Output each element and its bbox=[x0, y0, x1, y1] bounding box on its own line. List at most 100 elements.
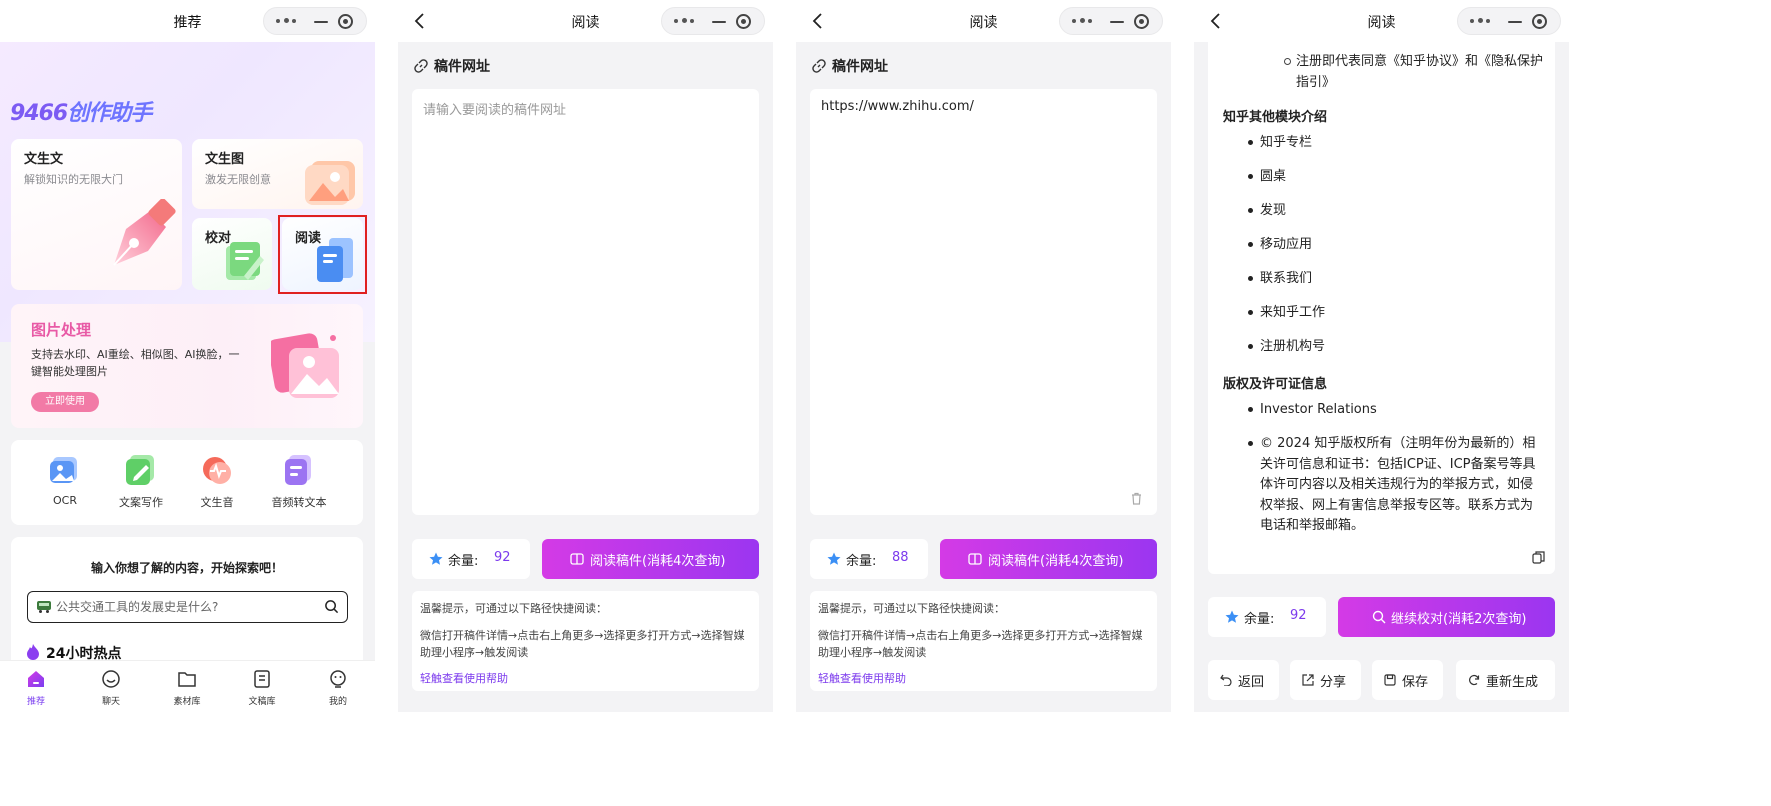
help-link[interactable]: 轻触查看使用帮助 bbox=[818, 670, 906, 686]
undo-icon bbox=[1220, 674, 1232, 686]
card-text-to-text[interactable]: 文生文 解锁知识的无限大门 bbox=[11, 139, 182, 290]
save-button[interactable]: 保存 bbox=[1372, 660, 1443, 700]
tool-audio-to-text[interactable]: 音频转文本 bbox=[259, 455, 339, 510]
text-to-audio-icon bbox=[203, 457, 231, 484]
trash-icon[interactable] bbox=[1130, 492, 1143, 505]
url-input[interactable] bbox=[821, 99, 1141, 479]
use-now-button[interactable]: 立即使用 bbox=[31, 392, 99, 412]
tips-title: 温馨提示，可通过以下路径快捷阅读： bbox=[420, 602, 607, 615]
chat-icon bbox=[102, 670, 120, 688]
ocr-icon bbox=[50, 457, 77, 483]
explore-title: 输入你想了解的内容，开始探索吧！ bbox=[90, 561, 283, 575]
screen-read-result: 阅读 注册即代表同意《知乎协议》和《隐私保护指引》 知乎其他模块介绍 知乎专栏 … bbox=[1194, 0, 1569, 712]
url-input-area bbox=[810, 89, 1157, 515]
search-icon bbox=[1372, 610, 1386, 624]
banner-title: 图片处理 bbox=[31, 321, 92, 339]
read-icon bbox=[968, 553, 982, 565]
star-icon bbox=[429, 552, 443, 565]
quota-box: 余量: 92 bbox=[1208, 597, 1326, 637]
continue-proofread-button[interactable]: 继续校对(消耗2次查询) bbox=[1338, 597, 1555, 637]
tools-panel: OCR 文案写作 文生音 音频转文本 bbox=[11, 440, 363, 525]
folder-icon bbox=[178, 672, 196, 687]
tool-copywriting[interactable]: 文案写作 bbox=[101, 455, 181, 510]
quota-label: 余量: bbox=[846, 554, 877, 569]
tool-ocr[interactable]: OCR bbox=[25, 455, 105, 507]
tab-chat[interactable]: 聊天 bbox=[81, 669, 141, 707]
minimize-icon[interactable] bbox=[1508, 21, 1522, 23]
copy-icon[interactable] bbox=[1532, 551, 1545, 564]
url-input-area bbox=[412, 89, 759, 515]
bus-icon bbox=[37, 601, 51, 613]
list-item: 圆桌 bbox=[1248, 167, 1545, 187]
return-button[interactable]: 返回 bbox=[1208, 660, 1279, 700]
more-icon[interactable] bbox=[1470, 18, 1492, 24]
profile-icon bbox=[330, 670, 346, 688]
tab-label: 文稿库 bbox=[248, 697, 276, 707]
tab-recommend[interactable]: 推荐 bbox=[6, 669, 66, 707]
close-target-icon[interactable] bbox=[338, 14, 353, 29]
list-item: 发现 bbox=[1248, 201, 1545, 221]
more-icon[interactable] bbox=[1072, 18, 1094, 24]
mini-program-capsule bbox=[661, 7, 765, 35]
card-proofread[interactable]: 校对 bbox=[192, 218, 272, 290]
tool-text-to-audio[interactable]: 文生音 bbox=[177, 455, 257, 510]
tab-label: 我的 bbox=[328, 697, 347, 707]
star-icon bbox=[1225, 610, 1239, 623]
fire-icon bbox=[27, 644, 39, 660]
tips-panel: 温馨提示，可通过以下路径快捷阅读： 微信打开稿件详情→点击右上角更多→选择更多打… bbox=[810, 591, 1157, 691]
button-label: 重新生成 bbox=[1486, 675, 1539, 690]
link-icon bbox=[812, 59, 826, 73]
close-target-icon[interactable] bbox=[1532, 14, 1547, 29]
close-target-icon[interactable] bbox=[1134, 14, 1149, 29]
button-label: 继续校对(消耗2次查询) bbox=[1391, 612, 1527, 627]
tips-panel: 温馨提示，可通过以下路径快捷阅读： 微信打开稿件详情→点击右上角更多→选择更多打… bbox=[412, 591, 759, 691]
tool-label: OCR bbox=[53, 494, 77, 507]
sub-list-item: 注册即代表同意《知乎协议》和《隐私保护指引》 bbox=[1284, 51, 1546, 93]
tips-title: 温馨提示，可通过以下路径快捷阅读： bbox=[818, 602, 1005, 615]
card-text-to-image[interactable]: 文生图 激发无限创意 bbox=[192, 139, 363, 209]
section-label: 稿件网址 bbox=[414, 56, 490, 76]
image-processing-banner[interactable]: 图片处理 支持去水印、AI重绘、相似图、AI换脸，一键智能处理图片 立即使用 bbox=[11, 304, 363, 428]
home-icon bbox=[28, 671, 44, 687]
quota-value: 92 bbox=[1290, 608, 1307, 623]
highlight-box bbox=[278, 215, 367, 294]
card-title: 文生文 bbox=[24, 152, 64, 167]
tab-bar: 推荐 聊天 素材库 文稿库 我的 bbox=[0, 660, 375, 712]
read-icon bbox=[570, 553, 584, 565]
regenerate-button[interactable]: 重新生成 bbox=[1456, 660, 1555, 700]
card-subtitle: 解锁知识的无限大门 bbox=[24, 173, 123, 186]
minimize-icon[interactable] bbox=[712, 21, 726, 23]
help-link[interactable]: 轻触查看使用帮助 bbox=[420, 670, 508, 686]
search-box[interactable] bbox=[27, 591, 348, 623]
result-content: 注册即代表同意《知乎协议》和《隐私保护指引》 知乎其他模块介绍 知乎专栏 圆桌 … bbox=[1208, 42, 1555, 574]
save-icon bbox=[1384, 674, 1396, 686]
list-item: 知乎专栏 bbox=[1248, 133, 1545, 153]
minimize-icon[interactable] bbox=[314, 21, 328, 23]
search-icon[interactable] bbox=[324, 599, 339, 614]
brand-logo: 9466创作助手 bbox=[10, 101, 152, 126]
share-icon bbox=[1302, 674, 1314, 686]
copywriting-icon bbox=[126, 455, 154, 485]
read-manuscript-button[interactable]: 阅读稿件(消耗4次查询) bbox=[940, 539, 1157, 579]
tab-materials[interactable]: 素材库 bbox=[157, 669, 217, 707]
search-input[interactable] bbox=[56, 598, 326, 616]
close-target-icon[interactable] bbox=[736, 14, 751, 29]
minimize-icon[interactable] bbox=[1110, 21, 1124, 23]
read-manuscript-button[interactable]: 阅读稿件(消耗4次查询) bbox=[542, 539, 759, 579]
share-button[interactable]: 分享 bbox=[1290, 660, 1361, 700]
tab-manuscripts[interactable]: 文稿库 bbox=[232, 669, 292, 707]
image-icon bbox=[305, 161, 355, 205]
list-item: 注册机构号 bbox=[1248, 337, 1545, 357]
more-icon[interactable] bbox=[276, 18, 298, 24]
more-icon[interactable] bbox=[674, 18, 696, 24]
card-subtitle: 激发无限创意 bbox=[205, 173, 271, 186]
navbar: 阅读 bbox=[1194, 0, 1569, 42]
url-input[interactable] bbox=[423, 99, 743, 479]
button-label: 返回 bbox=[1238, 675, 1265, 690]
quota-box: 余量: 92 bbox=[412, 539, 530, 579]
list-item: © 2024 知乎版权所有（注明年份为最新的）相关许可信息和证书：包括ICP证、… bbox=[1248, 434, 1545, 537]
tab-mine[interactable]: 我的 bbox=[308, 669, 368, 707]
card-title: 文生图 bbox=[205, 152, 245, 167]
list-item: Investor Relations bbox=[1248, 400, 1545, 420]
link-icon bbox=[414, 59, 428, 73]
